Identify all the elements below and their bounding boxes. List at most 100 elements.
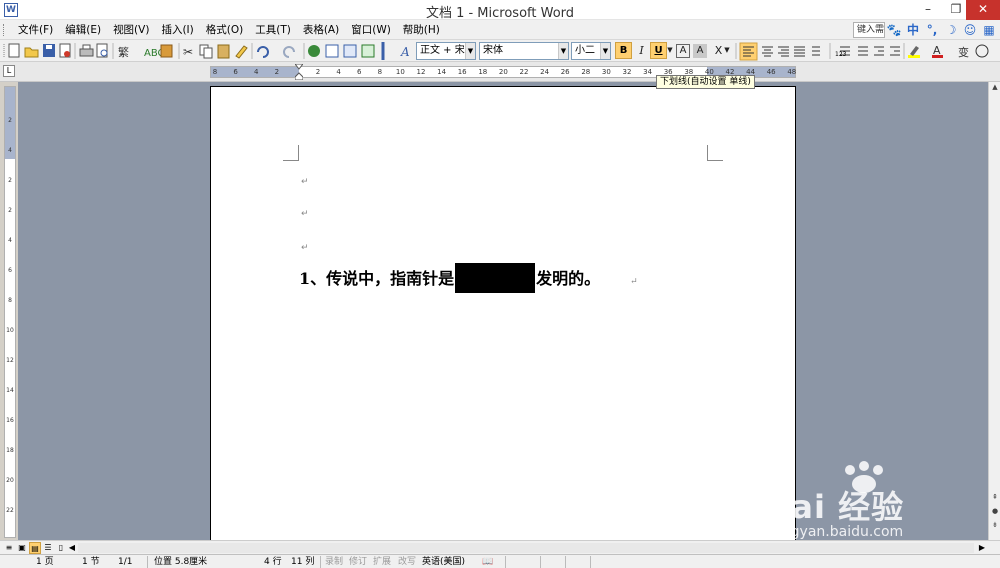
- ruler-tick: 32: [622, 68, 632, 76]
- menu-item[interactable]: 插入(I): [155, 23, 199, 37]
- tab-selector[interactable]: L: [3, 65, 15, 77]
- minimize-button[interactable]: –: [914, 0, 942, 20]
- insert-table-icon: [343, 44, 357, 58]
- chevron-down-icon[interactable]: ▼: [600, 43, 610, 59]
- ruler-tick: 2: [274, 68, 280, 76]
- toolbar: 繁 ABC ✂ A 123 A 变 正文 + 宋体 ▼ 宋体 ▼ 小二 ▼ B …: [0, 40, 1000, 62]
- normal-view-icon[interactable]: ≡: [3, 542, 15, 554]
- status-extend[interactable]: 扩展: [373, 556, 391, 568]
- paragraph-mark: ↵: [301, 177, 309, 187]
- status-overtype[interactable]: 改写: [398, 556, 416, 568]
- vruler-tick: 2: [8, 117, 12, 124]
- vertical-ruler[interactable]: 2 4 2 2 4 6 8 10 12 14 16 18 20 22: [4, 86, 16, 538]
- print-layout-icon[interactable]: ▤: [29, 542, 41, 554]
- ime-chinese-mode[interactable]: 中: [905, 22, 921, 38]
- vruler-tick: 2: [8, 177, 12, 184]
- ime-punctuation-mode[interactable]: °,: [924, 22, 940, 38]
- vruler-tick: 10: [6, 327, 14, 334]
- paragraph-mark: ↵: [301, 243, 309, 253]
- vruler-tick: 14: [6, 387, 14, 394]
- status-divider: [590, 556, 591, 568]
- increase-indent-icon: [890, 46, 900, 56]
- bold-button[interactable]: B: [615, 42, 632, 59]
- status-record[interactable]: 录制: [325, 556, 343, 568]
- ruler-tick: 46: [766, 68, 776, 76]
- scroll-left-icon[interactable]: ◀: [66, 542, 78, 554]
- svg-text:繁: 繁: [118, 45, 129, 59]
- moon-icon[interactable]: ☽: [943, 22, 959, 38]
- status-language[interactable]: 英语(美国): [422, 556, 465, 568]
- menu-item[interactable]: 视图(V): [107, 23, 155, 37]
- close-button[interactable]: ✕: [966, 0, 1000, 20]
- vruler-tick: 4: [8, 147, 12, 154]
- menu-item[interactable]: 帮助(H): [397, 23, 446, 37]
- ruler-tick: 34: [643, 68, 653, 76]
- menu-item[interactable]: 表格(A): [297, 23, 345, 37]
- chevron-down-icon[interactable]: ▼: [558, 43, 568, 59]
- font-size-combo[interactable]: 小二 ▼: [571, 42, 611, 60]
- document-page[interactable]: ↵ ↵ ↵ 1、传说中，指南针是 发明的。 ↵: [210, 86, 796, 540]
- paste-icon: [217, 44, 230, 59]
- crop-mark: [707, 145, 723, 161]
- font-color-icon: A: [932, 44, 943, 58]
- undo-icon: [257, 46, 269, 58]
- ruler-tick: 48: [787, 68, 797, 76]
- status-line: 4 行: [264, 557, 282, 567]
- selected-blank[interactable]: [455, 263, 536, 293]
- italic-button[interactable]: I: [633, 42, 650, 59]
- menu-item[interactable]: 文件(F): [12, 23, 59, 37]
- outline-view-icon[interactable]: ☰: [42, 542, 54, 554]
- help-search-input[interactable]: 键入需: [853, 22, 885, 38]
- menu-item[interactable]: 窗口(W): [345, 23, 397, 37]
- ruler-tick: 26: [560, 68, 570, 76]
- align-right-icon: [778, 46, 789, 57]
- question-text[interactable]: 1、传说中，指南针是 发明的。 ↵: [299, 263, 638, 293]
- char-border-button[interactable]: A: [676, 44, 690, 58]
- ruler-tick: 4: [336, 68, 341, 76]
- menu-item[interactable]: 格式(O): [200, 23, 249, 37]
- watermark-brand: Bai 经验: [766, 488, 905, 526]
- paw-icon[interactable]: 🐾: [886, 22, 902, 38]
- style-combo[interactable]: 正文 + 宋体 ▼: [416, 42, 476, 60]
- ruler-tick: 20: [498, 68, 508, 76]
- hyperlink-icon: [308, 45, 320, 57]
- char-shading-button[interactable]: A: [693, 44, 707, 58]
- ruler-tick: 6: [356, 68, 362, 76]
- vruler-tick: 8: [8, 297, 12, 304]
- grid-icon[interactable]: ▦: [981, 22, 997, 38]
- copy-icon: [199, 44, 213, 59]
- scroll-up-icon[interactable]: ▲: [990, 82, 1000, 92]
- svg-text:A: A: [400, 45, 410, 59]
- status-position: 位置 5.8厘米: [154, 557, 208, 567]
- decrease-indent-icon: [874, 46, 884, 56]
- save-icon: [43, 44, 55, 57]
- indent-marker-icon[interactable]: [295, 64, 303, 80]
- ruler-tick: 10: [395, 68, 405, 76]
- question-before: 1、传说中，指南针是: [299, 269, 455, 288]
- vruler-tick: 4: [8, 237, 12, 244]
- status-track-changes[interactable]: 修订: [349, 556, 367, 568]
- spellcheck-book-icon[interactable]: 📖: [482, 556, 493, 568]
- status-page-of: 1/1: [118, 557, 133, 567]
- font-combo[interactable]: 宋体 ▼: [479, 42, 569, 60]
- menu-item[interactable]: 工具(T): [249, 23, 297, 37]
- ruler-tick: 22: [519, 68, 529, 76]
- chevron-down-icon[interactable]: ▼: [465, 43, 475, 59]
- status-bar: 1 页 1 节 1/1 位置 5.8厘米 4 行 11 列 录制 修订 扩展 改…: [0, 554, 1000, 568]
- user-icon[interactable]: ☺: [962, 22, 978, 38]
- watermark-url: jingyan.baidu.com: [774, 524, 904, 540]
- highlight-icon: [908, 46, 920, 58]
- char-scale-dropdown[interactable]: ▼: [723, 42, 731, 59]
- svg-text:变: 变: [958, 45, 969, 59]
- web-view-icon[interactable]: ▣: [16, 542, 28, 554]
- vruler-tick: 22: [6, 507, 14, 514]
- ruler-tick: 8: [377, 68, 383, 76]
- underline-button[interactable]: U: [650, 42, 667, 59]
- tables-borders-icon: [325, 44, 339, 58]
- underline-dropdown[interactable]: ▼: [666, 42, 674, 59]
- question-after: 发明的。: [536, 269, 601, 288]
- paragraph-mark: ↵: [301, 209, 309, 219]
- ruler-tick: 12: [416, 68, 426, 76]
- menu-item[interactable]: 编辑(E): [59, 23, 107, 37]
- menu-grip[interactable]: [3, 24, 6, 36]
